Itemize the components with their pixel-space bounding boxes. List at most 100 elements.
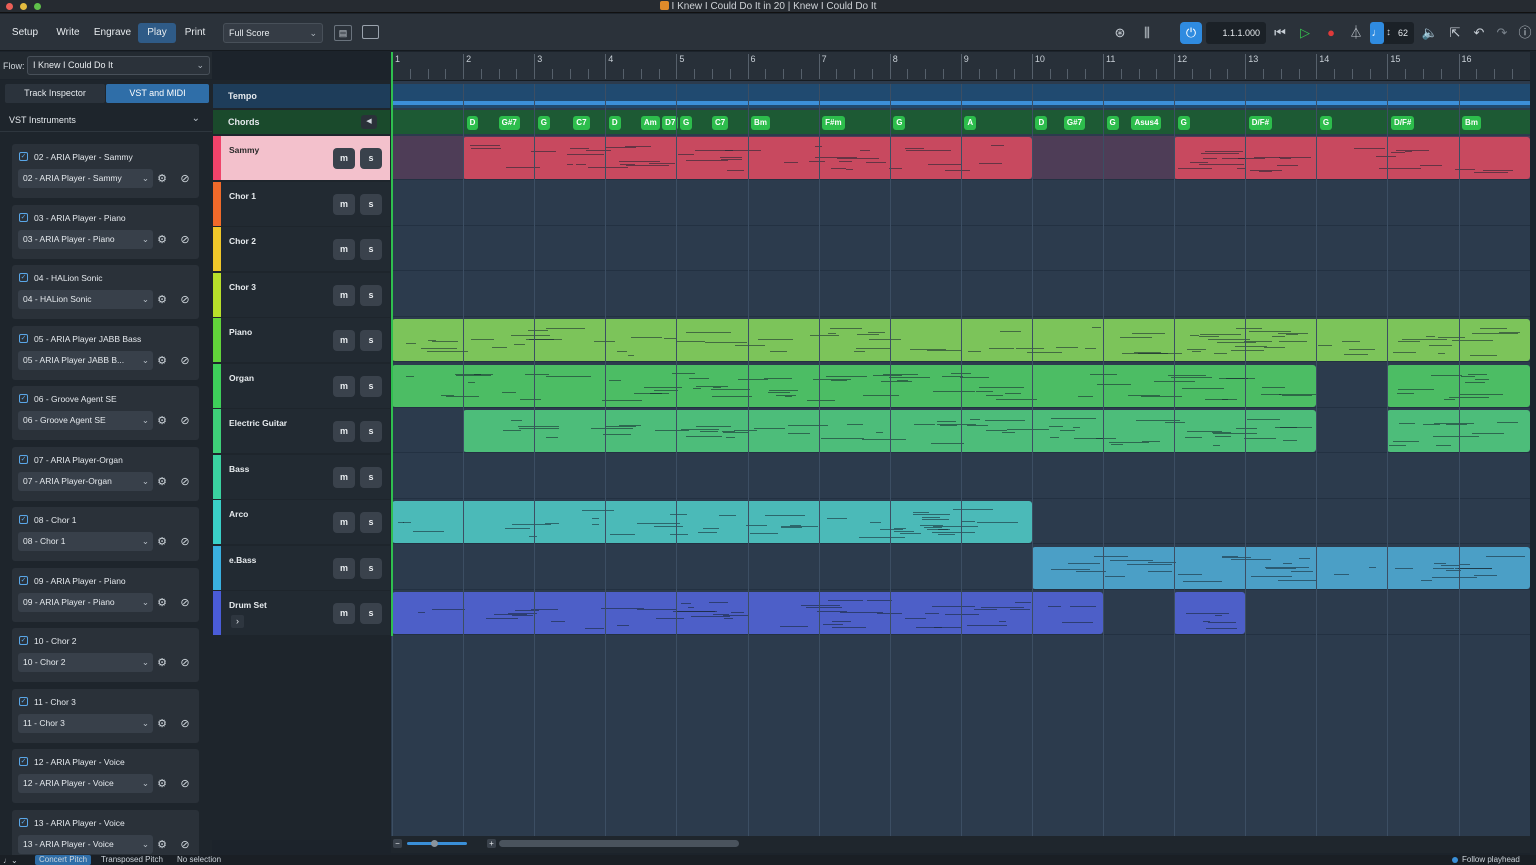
enabled-checkbox[interactable]: ✓ (19, 454, 28, 464)
timecode-display[interactable]: 1.1.1.000 (1206, 22, 1266, 44)
edit-icon[interactable]: ⊘ (177, 232, 193, 248)
track-header[interactable]: Electric Guitar m s (213, 409, 390, 453)
help-icon[interactable]: ⓘ (1516, 23, 1534, 43)
gear-icon[interactable]: ⚙ (154, 837, 170, 853)
zoom-in-icon[interactable]: + (487, 839, 496, 848)
instrument-select[interactable]: 03 - ARIA Player - Piano ⌄ (18, 229, 153, 249)
video-icon[interactable]: ⊛ (1110, 23, 1130, 43)
play-icon[interactable]: ▷ (1295, 23, 1315, 43)
zoom-out-icon[interactable]: − (393, 839, 402, 848)
gear-icon[interactable]: ⚙ (154, 413, 170, 429)
mode-play[interactable]: Play (138, 23, 176, 43)
track-header[interactable]: Arco m s (213, 500, 390, 544)
chord-symbol[interactable]: G (679, 116, 693, 130)
solo-button[interactable]: s (360, 330, 382, 351)
mute-button[interactable]: m (333, 239, 355, 260)
solo-button[interactable]: s (360, 421, 382, 442)
mixer-icon[interactable]: ⫼ (1137, 23, 1157, 43)
gear-icon[interactable]: ⚙ (154, 232, 170, 248)
chord-symbol[interactable]: G#7 (1063, 116, 1086, 130)
midi-region[interactable] (1174, 592, 1246, 634)
enabled-checkbox[interactable]: ✓ (19, 333, 28, 343)
enabled-checkbox[interactable]: ✓ (19, 575, 28, 585)
enabled-checkbox[interactable]: ✓ (19, 515, 28, 524)
instrument-select[interactable]: 11 - Chor 3 ⌄ (18, 713, 153, 733)
instrument-select[interactable]: 07 - ARIA Player-Organ ⌄ (18, 471, 153, 491)
edit-icon[interactable]: ⊘ (177, 474, 193, 490)
gear-icon[interactable]: ⚙ (154, 292, 170, 308)
solo-button[interactable]: s (360, 557, 382, 579)
edit-icon[interactable]: ⊘ (177, 655, 193, 671)
galley-view-icon[interactable] (362, 25, 379, 39)
gear-icon[interactable]: ⚙ (154, 655, 170, 671)
page-view-icon[interactable]: ▤ (334, 25, 352, 41)
track-header[interactable]: Chor 3 ms (213, 272, 390, 317)
midi-region[interactable] (392, 501, 1032, 543)
gear-icon[interactable]: ⚙ (154, 716, 170, 732)
chord-symbol[interactable]: G (1319, 116, 1333, 130)
transposed-pitch-button[interactable]: Transposed Pitch (101, 855, 163, 865)
chord-symbol[interactable]: D/F# (1390, 116, 1415, 130)
follow-playhead-icon[interactable] (1452, 857, 1458, 863)
scroll-thumb[interactable] (499, 840, 739, 847)
chord-symbol[interactable]: Asus4 (1131, 116, 1162, 130)
chord-symbol[interactable]: Bm (751, 116, 770, 130)
instrument-select[interactable]: 04 - HALion Sonic ⌄ (18, 290, 153, 309)
chord-symbol[interactable]: G#7 (498, 116, 520, 130)
enabled-checkbox[interactable]: ✓ (19, 152, 28, 161)
track-header[interactable]: Drum Set m s › (213, 591, 390, 635)
volume-icon[interactable]: 🔈 (1420, 23, 1440, 43)
chord-symbol[interactable]: F#m (822, 116, 845, 130)
chord-symbol[interactable]: Am (640, 116, 660, 130)
tab-vst-and-midi[interactable]: VST and MIDI (106, 84, 209, 103)
gear-icon[interactable]: ⚙ (154, 171, 170, 187)
edit-icon[interactable]: ⊘ (177, 292, 193, 308)
solo-button[interactable]: s (360, 148, 382, 169)
tempo-track-header[interactable]: Tempo (213, 84, 390, 108)
mute-button[interactable]: m (333, 284, 355, 306)
vst-instruments-header[interactable]: VST Instruments ⌄ (0, 108, 212, 132)
gear-icon[interactable]: ⚙ (154, 474, 170, 490)
solo-button[interactable]: s (360, 375, 382, 397)
chord-symbol[interactable]: A (964, 116, 977, 130)
edit-icon[interactable]: ⊘ (177, 534, 193, 550)
chord-symbol[interactable]: G (537, 116, 550, 130)
instrument-select[interactable]: 13 - ARIA Player - Voice ⌄ (18, 834, 153, 854)
mute-button[interactable]: m (333, 466, 355, 488)
chord-symbol[interactable]: D/F# (1248, 116, 1273, 130)
bar-ruler[interactable]: 1 2 3 4 5 6 7 8 9 10 11 12 13 14 15 16 (391, 52, 1530, 81)
chord-symbol[interactable]: D (608, 116, 621, 130)
mode-setup[interactable]: Setup (5, 23, 45, 43)
track-header[interactable]: e.Bass m s (213, 545, 390, 590)
mute-button[interactable]: m (333, 193, 355, 215)
solo-button[interactable]: s (360, 193, 382, 215)
track-header[interactable]: Bass m s (213, 454, 390, 499)
enabled-checkbox[interactable]: ✓ (19, 273, 28, 282)
mode-engrave[interactable]: Engrave (87, 23, 138, 43)
midi-region[interactable] (392, 364, 1317, 407)
edit-icon[interactable]: ⊘ (177, 413, 193, 429)
solo-button[interactable]: s (360, 284, 382, 306)
enabled-checkbox[interactable]: ✓ (19, 696, 28, 706)
instrument-select[interactable]: 08 - Chor 1 ⌄ (18, 532, 153, 551)
mute-button[interactable]: m (333, 603, 355, 624)
track-header[interactable]: Chor 1 ms (213, 181, 390, 226)
mute-button[interactable]: m (333, 421, 355, 442)
horizontal-scroll[interactable]: − + (391, 836, 1530, 853)
solo-button[interactable]: s (360, 603, 382, 624)
enabled-checkbox[interactable]: ✓ (19, 394, 28, 403)
instrument-select[interactable]: 06 - Groove Agent SE ⌄ (18, 411, 153, 430)
chord-track-header[interactable]: Chords ◀ (213, 110, 390, 134)
chord-symbol[interactable]: D (1035, 116, 1048, 130)
edit-icon[interactable]: ⊘ (177, 716, 193, 732)
note-icon[interactable]: ♩⌄ (3, 856, 18, 865)
track-header[interactable]: Chor 2 ms (213, 227, 390, 271)
zoom-slider-handle[interactable] (431, 840, 438, 847)
gear-icon[interactable]: ⚙ (154, 595, 170, 611)
edit-icon[interactable]: ⊘ (177, 171, 193, 187)
enabled-checkbox[interactable]: ✓ (19, 757, 28, 766)
edit-icon[interactable]: ⊘ (177, 776, 193, 792)
mode-print[interactable]: Print (177, 23, 213, 43)
gear-icon[interactable]: ⚙ (154, 534, 170, 550)
track-header[interactable]: Organ m s (213, 363, 390, 408)
